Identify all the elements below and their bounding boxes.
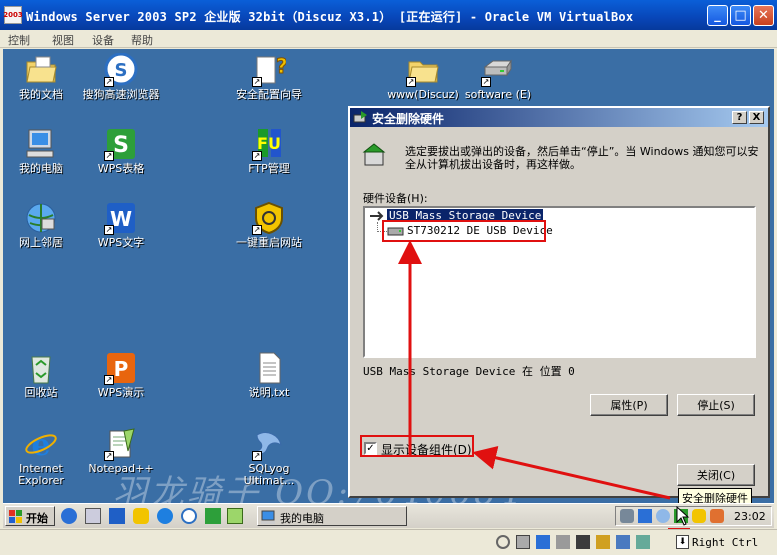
device-status-text: USB Mass Storage Device 在 位置 0 [363,365,575,378]
desktop-icon-readme-txt[interactable]: 说明.txt [229,351,309,399]
desktop-icon-network[interactable]: 网上邻居 [3,201,81,249]
display-icon[interactable] [616,535,630,549]
quick-launch [61,508,243,526]
help-button[interactable]: ? [732,111,747,124]
dialog-instruction: 选定要拔出或弹出的设备，然后单击“停止”。当 Windows 通知您可以安全从计… [405,145,759,171]
start-label: 开始 [26,512,48,525]
svg-text:?: ? [276,54,286,78]
svg-text:S: S [113,133,129,158]
sogou-quicklaunch-icon[interactable] [181,508,197,524]
host-key-label: Right Ctrl [692,536,759,549]
desktop-icon-recycle-bin[interactable]: 回收站 [3,351,81,399]
task-label: 我的电脑 [280,512,324,525]
hardware-eject-icon [353,111,367,123]
close-button[interactable]: ✕ [753,5,774,26]
wps-presentation-icon: P ↗ [104,351,138,385]
ie-icon: e [24,427,58,463]
close-dialog-button[interactable]: 关闭(C) [677,464,755,486]
vbox-device-indicators [496,535,656,551]
folder-icon [24,53,58,87]
notepad-quicklaunch-icon[interactable] [227,508,243,524]
highlight-box-device [382,220,546,242]
desktop-icon-my-documents[interactable]: 我的文档 [3,53,81,101]
desktop-icon-www-discuz[interactable]: ↗ www(Discuz) [383,53,463,101]
notepad-plus-icon: ↗ [104,427,138,461]
clock: 23:02 [734,510,766,523]
restart-site-icon: ↗ [252,201,286,235]
taskbar-task-my-computer[interactable]: 我的电脑 [257,506,407,526]
wps-writer-icon: W ↗ [104,201,138,235]
tray-antivirus-icon[interactable] [710,509,724,523]
host-key-arrow-icon: ⬇ [676,535,689,549]
desktop-icon-wps-presentation[interactable]: P ↗ WPS演示 [81,351,161,399]
windows-2003-logo-icon: 2003 [3,6,23,24]
dialog-title-bar[interactable]: 安全删除硬件 ? X [350,108,768,127]
guest-taskbar: 开始 我的电脑 23:02 [3,503,774,528]
wps-spreadsheet-quicklaunch-icon[interactable] [205,508,221,524]
mouse-cursor-icon [676,506,690,526]
shared-clipboard-icon[interactable] [536,535,550,549]
desktop-icon-ftp[interactable]: FU ↗ FTP管理 [229,127,309,175]
vbox-title-bar[interactable]: 2003 Windows Server 2003 SP2 企业版 32bit（D… [0,0,777,30]
start-button[interactable]: 开始 [5,506,55,526]
wps-writer-quicklaunch-icon[interactable] [109,508,125,524]
highlight-box-checkbox [360,435,474,457]
eject-device-icon [362,143,386,166]
shield-quicklaunch-icon[interactable] [133,508,149,524]
desktop-icon-sogou-browser[interactable]: S ↗ 搜狗高速浏览器 [81,52,161,101]
menu-help[interactable]: 帮助 [131,32,153,48]
network-adapter-icon[interactable] [576,535,590,549]
sogou-browser-icon: S ↗ [104,52,138,87]
desktop-icon-software-drive[interactable]: ↗ software (E) [458,53,538,101]
tray-speaker-icon[interactable] [620,509,634,523]
desktop-icon-internet-explorer[interactable]: e Internet Explorer [3,427,81,487]
optical-drive-icon[interactable] [496,535,510,549]
text-file-icon [252,351,286,385]
hard-disk-icon[interactable] [556,535,570,549]
hardware-list-label: 硬件设备(H): [363,192,428,205]
desktop-icon-wps-spreadsheet[interactable]: S ↗ WPS表格 [81,127,161,175]
vbox-statusbar: ⬇ Right Ctrl [0,529,777,555]
svg-text:e: e [31,428,50,461]
show-desktop-icon[interactable] [85,508,101,524]
shared-folders-icon[interactable] [596,535,610,549]
computer-icon [24,127,58,161]
recycle-bin-icon [24,351,58,385]
vbox-menubar: 控制 视图 设备 帮助 [0,30,777,48]
computer-icon [261,510,275,524]
desktop-icon-security-wizard[interactable]: ? ↗ 安全配置向导 [229,53,309,101]
menu-view[interactable]: 视图 [52,32,74,48]
ftp-icon: FU ↗ [252,127,286,161]
menu-devices[interactable]: 设备 [92,32,114,48]
wps-spreadsheet-icon: S ↗ [104,127,138,161]
network-icon [24,201,58,235]
properties-button[interactable]: 属性(P) [590,394,668,416]
security-wizard-icon: ? ↗ [252,53,288,87]
desktop-icon-my-computer[interactable]: 我的电脑 [3,127,81,175]
desktop-icon-wps-writer[interactable]: W ↗ WPS文字 [81,201,161,249]
tray-shield-icon[interactable] [692,509,706,523]
drive-icon: ↗ [481,53,515,87]
svg-text:S: S [115,60,128,81]
browser-quicklaunch-icon[interactable] [157,508,173,524]
mouse-integration-icon[interactable] [636,535,650,549]
minimize-button[interactable]: _ [707,5,728,26]
ie-quicklaunch-icon[interactable] [61,508,77,524]
dialog-close-button[interactable]: X [749,111,764,124]
tray-app-icon[interactable] [656,509,670,523]
usb-icon[interactable] [516,535,530,549]
menu-control[interactable]: 控制 [8,32,30,48]
tray-network-icon[interactable] [638,509,652,523]
maximize-button[interactable]: □ [730,5,751,26]
window-title: Windows Server 2003 SP2 企业版 32bit（Discuz… [26,10,634,24]
desktop-icon-restart-site[interactable]: ↗ 一键重启网站 [229,201,309,249]
folder-icon: ↗ [406,53,440,87]
windows-logo-icon [9,510,22,523]
dialog-title: 安全删除硬件 [372,112,445,126]
system-tray: 23:02 [615,506,772,526]
stop-button[interactable]: 停止(S) [677,394,755,416]
svg-text:P: P [114,357,129,381]
sqlyog-icon: ↗ [252,427,286,461]
